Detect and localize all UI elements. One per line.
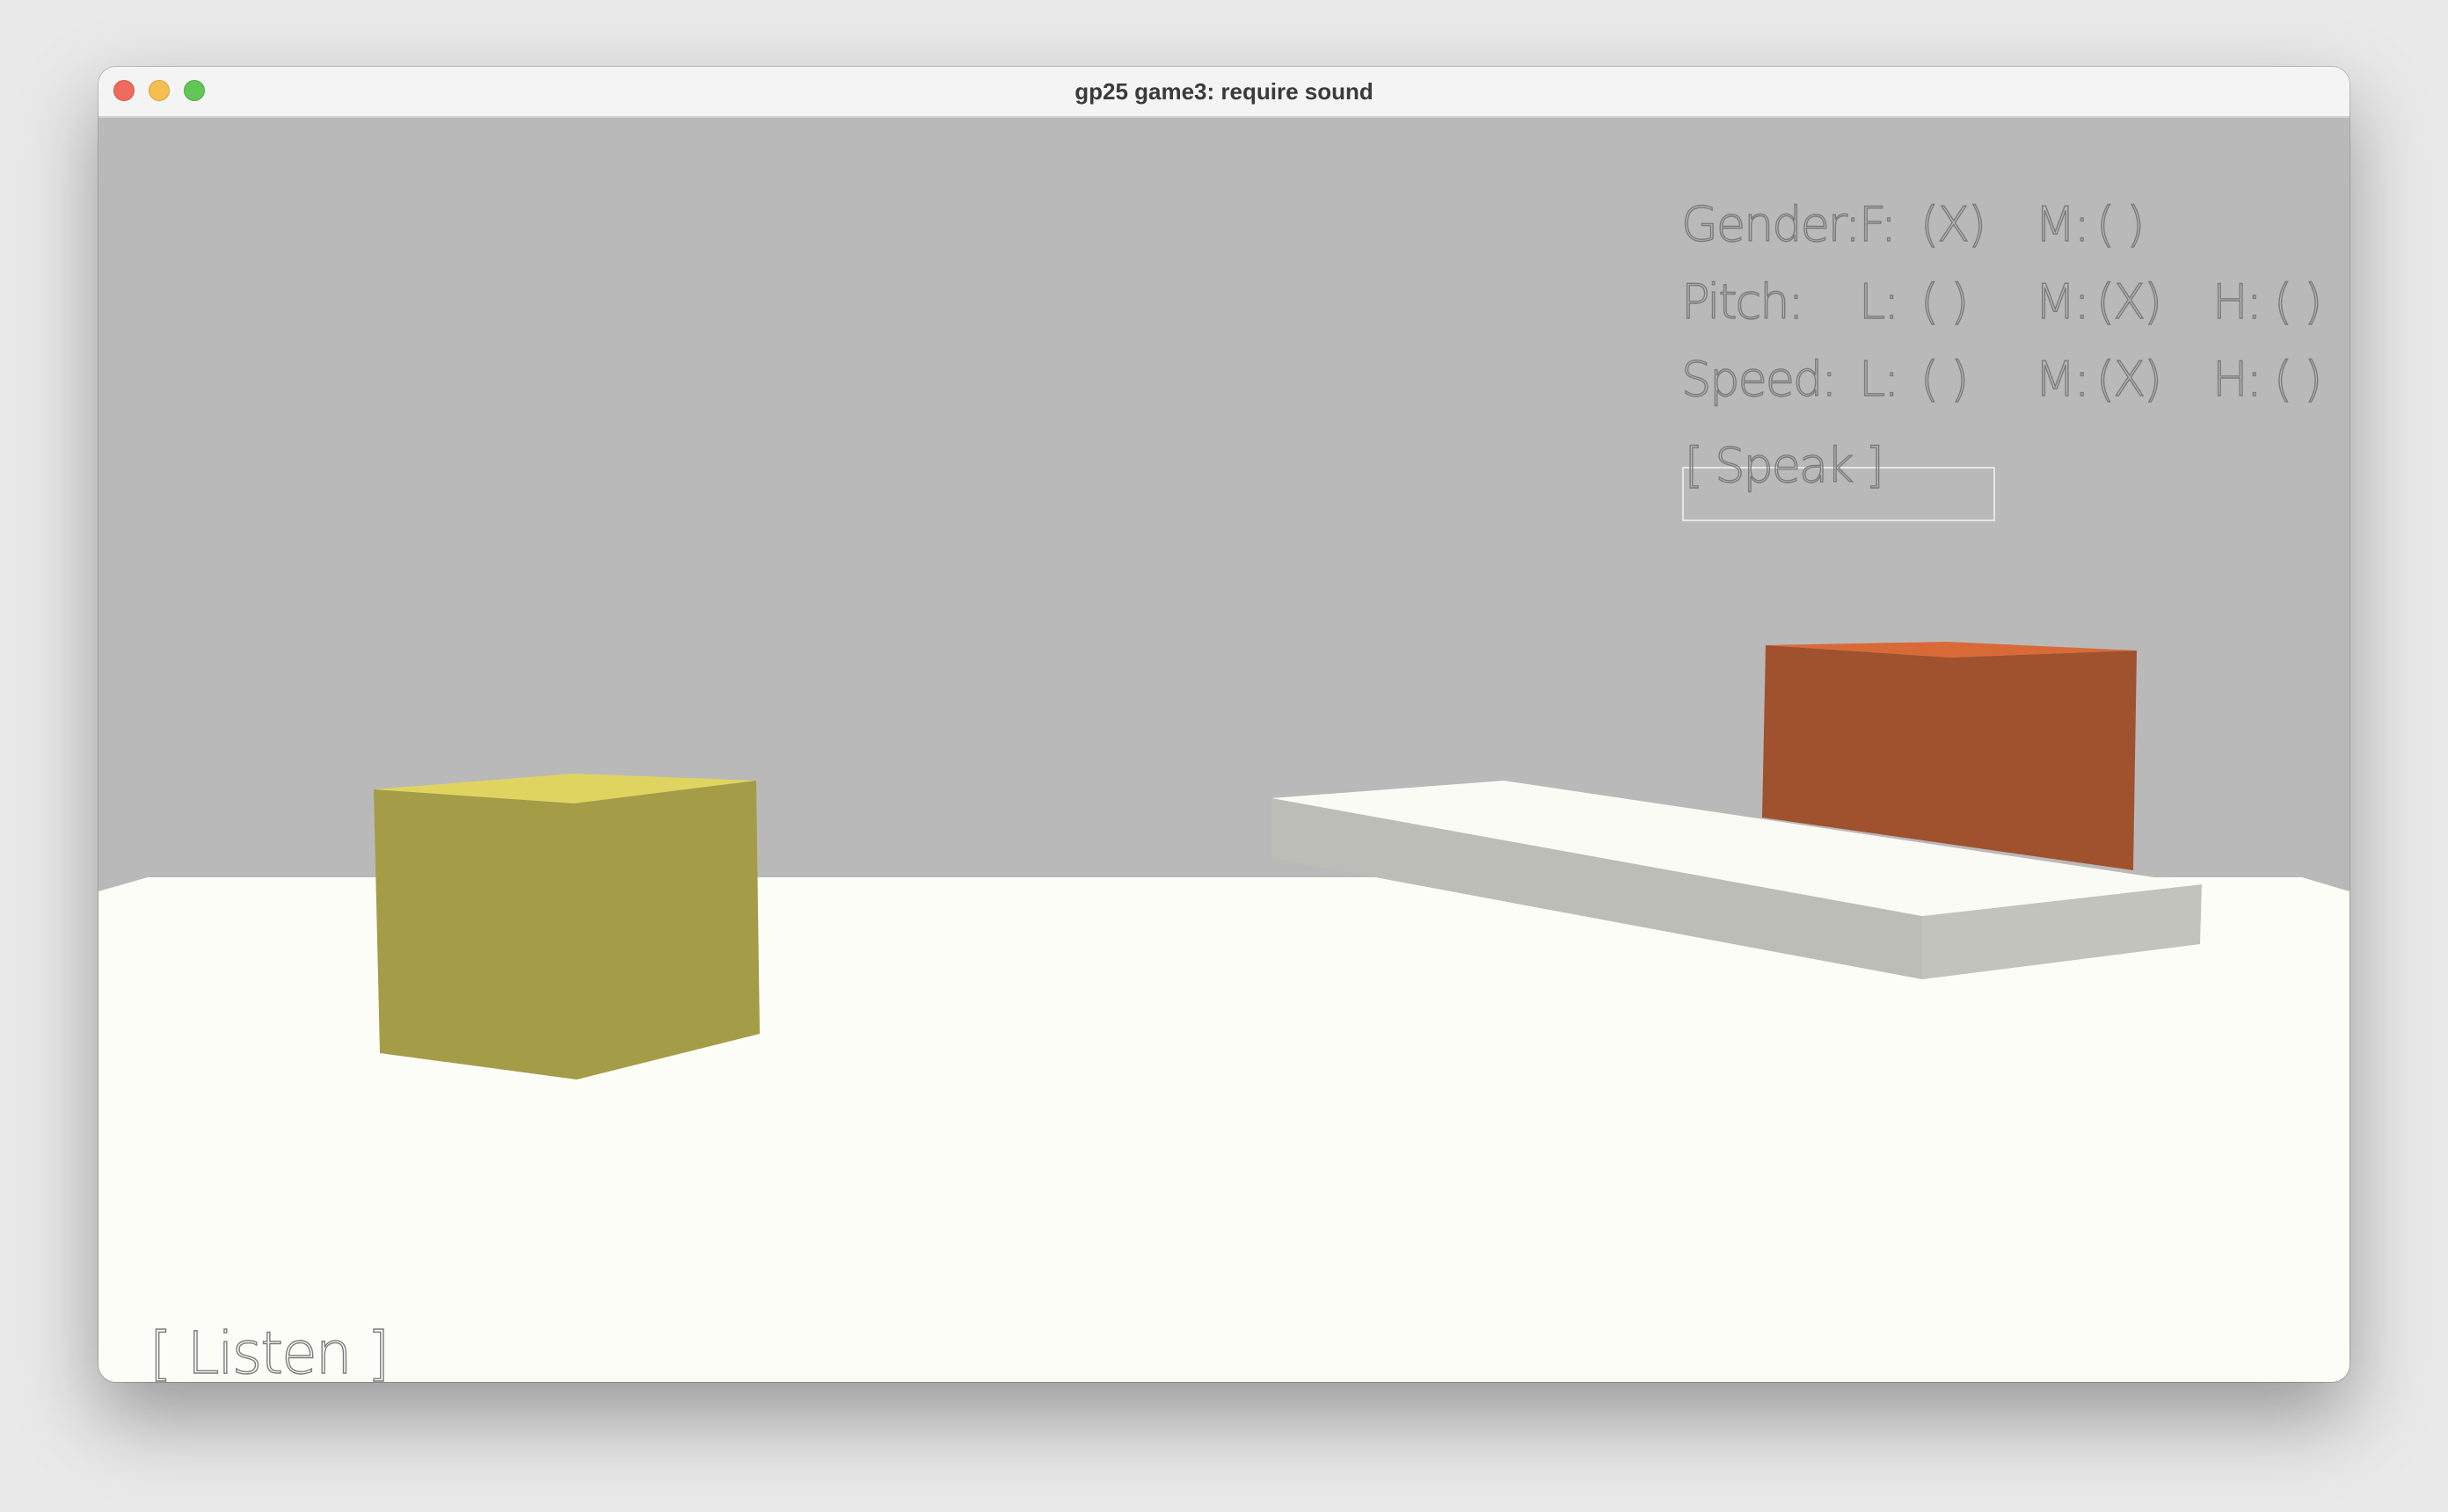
pitch-option-l-key: L: (1859, 274, 1898, 330)
desktop: gp25 game3: require sound Gender: F: (X)… (0, 0, 2448, 1512)
gender-option-f-key: F: (1859, 197, 1895, 252)
speed-option-l-key: L: (1859, 352, 1898, 407)
game-viewport[interactable]: Gender: F: (X) M: ( ) Pitch: L: ( ) M: (… (98, 118, 2350, 1382)
speed-option-h-radio[interactable]: ( ) (2273, 351, 2323, 407)
speak-button-label: [ Speak ] (1685, 438, 1883, 493)
game-window: gp25 game3: require sound Gender: F: (X)… (98, 67, 2350, 1382)
window-title: gp25 game3: require sound (1075, 78, 1373, 105)
yellow-cube[interactable] (374, 774, 760, 1079)
listen-button-label: [ Listen ] (149, 1319, 388, 1382)
pitch-option-h-radio[interactable]: ( ) (2273, 273, 2323, 330)
pitch-option-h-key: H: (2212, 274, 2261, 330)
gender-option-m-radio[interactable]: ( ) (2095, 196, 2146, 252)
title-bar[interactable]: gp25 game3: require sound (98, 67, 2350, 118)
pitch-label: Pitch: (1681, 274, 1803, 330)
speed-option-h-key: H: (2212, 352, 2261, 407)
speed-option-m-key: M: (2035, 352, 2088, 407)
gender-option-f-radio[interactable]: (X) (1920, 196, 1987, 252)
yellow-cube-front (374, 781, 760, 1079)
gender-option-m-key: M: (2035, 197, 2088, 252)
speed-option-m-radio[interactable]: (X) (2095, 351, 2163, 407)
pitch-option-l-radio[interactable]: ( ) (1920, 273, 1970, 330)
speed-label: Speed: (1681, 352, 1835, 407)
speed-option-l-radio[interactable]: ( ) (1920, 351, 1970, 407)
listen-button[interactable]: [ Listen ] (149, 1319, 390, 1382)
pitch-option-m-key: M: (2035, 274, 2088, 330)
scene-canvas[interactable]: Gender: F: (X) M: ( ) Pitch: L: ( ) M: (… (98, 118, 2350, 1382)
gender-label: Gender: (1681, 197, 1859, 252)
pitch-option-m-radio[interactable]: (X) (2095, 273, 2163, 330)
